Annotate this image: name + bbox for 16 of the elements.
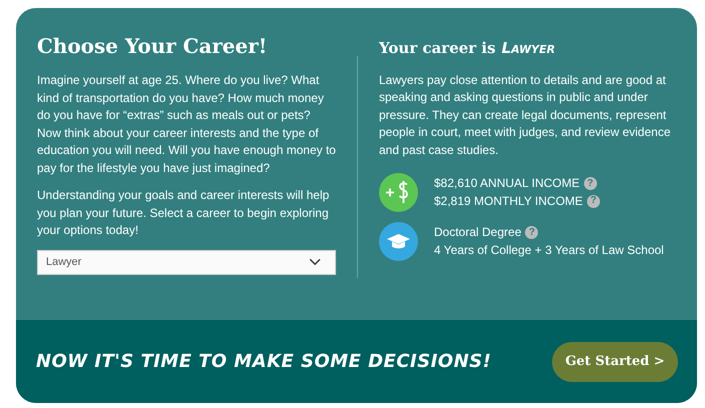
fact-text: 4 Years of College + 3 Years of Law School [434, 242, 664, 258]
banner-heading: NOW IT'S TIME TO MAKE SOME DECISIONS! [36, 350, 492, 372]
help-icon[interactable]: ? [525, 226, 538, 240]
intro-paragraph: Imagine yourself at age 25. Where do you live? What kind of transportation do you have? How much money do you have for “extras” such as meals out or pets? Now think about your career interests and the type of education you will need. Will you have enough money to pay for the lifestyle you have just imagined? [37, 72, 336, 176]
career-select[interactable]: Lawyer [37, 250, 336, 274]
get-started-button[interactable]: Get Started > [552, 342, 678, 382]
fact-text: $82,610 ANNUAL INCOME [434, 175, 580, 192]
help-icon[interactable]: ? [586, 194, 600, 208]
result-title: Your career is [379, 38, 496, 59]
fact-text: Doctoral Degree [434, 224, 522, 241]
career-description: Lawyers pay close attention to details and are good at speaking and asking questions in public and under pressure. They can create legal documents, represent people in court, meet with judges, and review evidence and past case studies. [379, 72, 672, 158]
career-name: Lawyer [502, 38, 556, 59]
help-icon[interactable]: ? [584, 177, 597, 190]
page-title: Choose Your Career! [37, 34, 268, 58]
fact-text: $2,819 MONTHLY INCOME [434, 192, 583, 210]
intro-paragraph: Understanding your goals and career interests will help you plan your future. Select a career to begin exploring your options today! [37, 187, 330, 239]
